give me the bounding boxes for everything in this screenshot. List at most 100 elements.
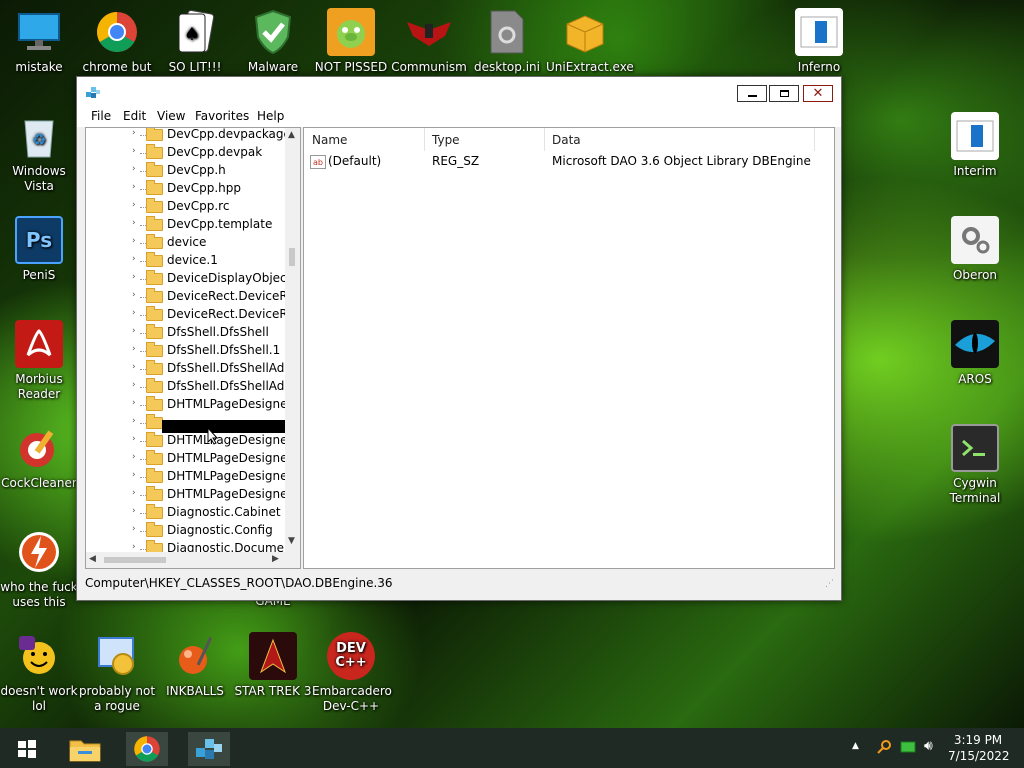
expand-chevron-icon[interactable]: › xyxy=(132,488,136,498)
tree-item[interactable]: › DfsShell.DfsShell xyxy=(86,324,286,342)
expand-chevron-icon[interactable]: › xyxy=(132,236,136,246)
desktop-icon-cygwin-terminal[interactable]: Cygwin Terminal xyxy=(936,424,1014,506)
tree-item[interactable]: › Diagnostic.Cabinet xyxy=(86,504,286,522)
menu-edit[interactable]: Edit xyxy=(123,109,146,123)
desktop-icon-cockcleaner[interactable]: CockCleaner xyxy=(0,424,78,491)
menu-file[interactable]: File xyxy=(91,109,111,123)
title-bar[interactable]: ✕ xyxy=(77,77,841,107)
expand-chevron-icon[interactable]: › xyxy=(132,182,136,192)
scroll-right-icon[interactable]: ▶ xyxy=(272,554,279,564)
expand-chevron-icon[interactable]: › xyxy=(132,362,136,372)
tree-item[interactable]: › DHTMLPageDesigner xyxy=(86,432,292,450)
column-separator[interactable] xyxy=(814,128,815,151)
desktop-icon-dev-cpp[interactable]: DEV C++ Embarcadero Dev-C++ xyxy=(312,632,392,714)
menu-help[interactable]: Help xyxy=(257,109,284,123)
start-button[interactable] xyxy=(6,732,48,766)
expand-chevron-icon[interactable]: › xyxy=(132,290,136,300)
expand-chevron-icon[interactable]: › xyxy=(132,200,136,210)
expand-chevron-icon[interactable]: › xyxy=(132,506,136,516)
tree-item[interactable]: › DevCpp.devpackage xyxy=(86,128,291,144)
desktop-icon-penis[interactable]: Ps PeniS xyxy=(0,216,78,283)
column-separator[interactable] xyxy=(424,128,425,151)
tree-item[interactable]: › DeviceDisplayObject xyxy=(86,270,291,288)
clock[interactable]: 3:19 PM 7/15/2022 xyxy=(948,732,1010,764)
tree-hscroll-thumb[interactable] xyxy=(104,557,166,563)
registry-editor-window[interactable]: ✕ File Edit View Favorites Help › DevCpp.… xyxy=(76,76,842,601)
tree-item[interactable]: › Diagnostic.Config xyxy=(86,522,286,540)
registry-values-pane[interactable]: Name Type Data ab (Default) REG_SZ Micro… xyxy=(303,127,835,569)
desktop-icon-malware[interactable]: Malware xyxy=(234,8,312,75)
scroll-down-icon[interactable]: ▼ xyxy=(288,536,295,546)
volume-icon[interactable]: 🔊︎ xyxy=(924,738,933,754)
show-hidden-icons-icon[interactable]: ▲ xyxy=(852,741,859,751)
expand-chevron-icon[interactable]: › xyxy=(132,254,136,264)
expand-chevron-icon[interactable]: › xyxy=(132,524,136,534)
expand-chevron-icon[interactable]: › xyxy=(132,308,136,318)
tree-item[interactable]: › device xyxy=(86,234,286,252)
scroll-up-icon[interactable]: ▲ xyxy=(288,130,295,140)
expand-chevron-icon[interactable]: › xyxy=(132,326,136,336)
taskbar-regedit[interactable] xyxy=(188,732,230,766)
expand-chevron-icon[interactable]: › xyxy=(132,434,136,444)
tree-item[interactable]: › DfsShell.DfsShellAdm xyxy=(86,360,296,378)
tree-item[interactable]: › DeviceRect.DeviceRec xyxy=(86,306,300,324)
desktop-icon-mistake[interactable]: mistake xyxy=(0,8,78,75)
desktop-icon-flash[interactable]: who the fuck uses this xyxy=(0,528,78,610)
desktop-icon-interim[interactable]: Interim xyxy=(936,112,1014,179)
tree-horizontal-scrollbar[interactable]: ◀ ▶ xyxy=(86,552,300,568)
desktop-icon-yahoo[interactable]: doesn't work lol xyxy=(0,632,78,714)
tree-item[interactable]: › DevCpp.h xyxy=(86,162,286,180)
expand-chevron-icon[interactable]: › xyxy=(132,470,136,480)
expand-chevron-icon[interactable]: › xyxy=(132,398,136,408)
desktop-icon-not-pissed[interactable]: NOT PISSED xyxy=(312,8,390,75)
desktop-icon-oberon[interactable]: Oberon xyxy=(936,216,1014,283)
column-header-type[interactable]: Type xyxy=(432,133,460,147)
tree-item[interactable]: › DHTMLPageDesigner xyxy=(86,396,292,414)
desktop-icon-desktop-ini[interactable]: desktop.ini xyxy=(468,8,546,75)
desktop-icon-not-a-rogue[interactable]: probably not a rogue xyxy=(78,632,156,714)
expand-chevron-icon[interactable]: › xyxy=(132,344,136,354)
tree-item[interactable]: › DeviceRect.DeviceRec xyxy=(86,288,300,306)
minimize-button[interactable] xyxy=(737,85,767,102)
tree-item[interactable]: › device.1 xyxy=(86,252,286,270)
desktop-icon-communism[interactable]: Communism xyxy=(390,8,468,75)
scroll-left-icon[interactable]: ◀ xyxy=(89,554,96,564)
search-key-icon[interactable] xyxy=(876,739,892,758)
desktop-icon-star-trek[interactable]: STAR TREK 3 xyxy=(234,632,312,699)
tree-item[interactable]: › DHTMLPageDesigner xyxy=(86,468,292,486)
expand-chevron-icon[interactable]: › xyxy=(132,452,136,462)
expand-chevron-icon[interactable]: › xyxy=(132,380,136,390)
column-separator[interactable] xyxy=(544,128,545,151)
expand-chevron-icon[interactable]: › xyxy=(132,128,136,138)
menu-view[interactable]: View xyxy=(157,109,185,123)
desktop-icon-chrome[interactable]: chrome but xyxy=(78,8,156,75)
menu-favorites[interactable]: Favorites xyxy=(195,109,249,123)
desktop-icon-inferno[interactable]: Inferno xyxy=(780,8,858,75)
expand-chevron-icon[interactable]: › xyxy=(132,218,136,228)
close-button[interactable]: ✕ xyxy=(803,85,833,102)
tree-item[interactable]: › DevCpp.rc xyxy=(86,198,286,216)
desktop-icon-uniextract[interactable]: UniExtract.exe xyxy=(546,8,634,75)
expand-chevron-icon[interactable]: › xyxy=(132,416,136,426)
tree-item[interactable]: › DevCpp.template xyxy=(86,216,286,234)
desktop-icon-morbius-reader[interactable]: Morbius Reader xyxy=(0,320,78,402)
desktop-icon-inkballs[interactable]: INKBALLS xyxy=(156,632,234,699)
expand-chevron-icon[interactable]: › xyxy=(132,272,136,282)
tree-item[interactable]: › DfsShell.DfsShell.1 xyxy=(86,342,286,360)
registry-key-tree[interactable]: › DevCpp.devpackage › DevCpp.devpak › DevCpp.… xyxy=(85,127,301,569)
tree-item[interactable]: › DevCpp.hpp xyxy=(86,180,286,198)
desktop-icon-aros[interactable]: AROS xyxy=(936,320,1014,387)
desktop-icon-windows-vista[interactable]: ♻ Windows Vista xyxy=(0,112,78,194)
taskbar-chrome[interactable] xyxy=(126,732,168,766)
expand-chevron-icon[interactable]: › xyxy=(132,146,136,156)
tree-item[interactable]: › DHTMLPageDesigner xyxy=(86,450,292,468)
expand-chevron-icon[interactable]: › xyxy=(132,164,136,174)
column-header-data[interactable]: Data xyxy=(552,133,581,147)
tree-item[interactable]: › DHTMLPageDesigner xyxy=(86,486,292,504)
taskbar-file-explorer[interactable] xyxy=(64,732,106,766)
tree-item[interactable]: › DfsShell.DfsShellAdm xyxy=(86,378,296,396)
tree-vertical-scrollbar[interactable]: ▲ ▼ xyxy=(285,128,300,552)
resize-grip-icon[interactable]: ⋰ xyxy=(825,579,834,589)
battery-status-icon[interactable] xyxy=(900,740,916,757)
maximize-button[interactable] xyxy=(769,85,799,102)
